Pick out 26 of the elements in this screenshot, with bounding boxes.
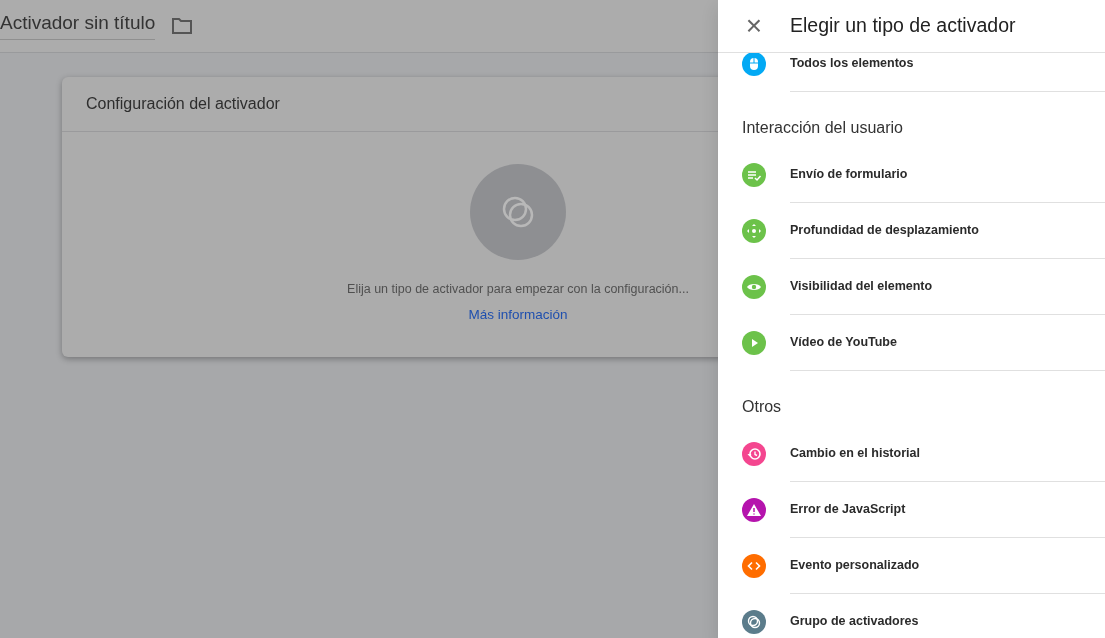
section-heading: Otros	[741, 397, 783, 417]
trigger-type-item[interactable]: Envío de formulario	[718, 147, 1105, 203]
item-label: Evento personalizado	[790, 557, 920, 575]
item-label: Visibilidad del elemento	[790, 278, 933, 296]
item-label: Envío de formulario	[790, 166, 908, 184]
close-button[interactable]: ×	[742, 12, 766, 40]
item-label: Profundidad de desplazamiento	[790, 222, 979, 240]
trigger-type-item[interactable]: Error de JavaScript	[718, 482, 1105, 538]
item-label: Grupo de activadores	[790, 613, 919, 631]
trigger-type-item[interactable]: Cambio en el historial	[718, 426, 1105, 482]
trigger-type-item[interactable]: Grupo de activadores	[718, 594, 1105, 638]
trigger-type-item[interactable]: Visibilidad del elemento	[718, 259, 1105, 315]
item-label: Todos los elementos	[790, 55, 914, 73]
panel-title: Elegir un tipo de activador	[790, 13, 1016, 39]
title-field[interactable]: Activador sin título	[0, 11, 156, 41]
card-title: Configuración del activador	[86, 94, 280, 114]
folder-icon[interactable]	[171, 17, 194, 35]
trigger-type-item[interactable]: Vídeo de YouTube	[718, 315, 1105, 371]
trigger-type-item[interactable]: Evento personalizado	[718, 538, 1105, 594]
item-label: Vídeo de YouTube	[790, 334, 897, 352]
section-heading: Interacción del usuario	[741, 118, 904, 138]
item-label: Error de JavaScript	[790, 501, 906, 519]
empty-message: Elija un tipo de activador para empezar con la configuración...	[347, 281, 689, 298]
trigger-type-item[interactable]: Profundidad de desplazamiento	[718, 203, 1105, 259]
trigger-type-item[interactable]: Todos los elementos	[718, 53, 1105, 92]
item-label: Cambio en el historial	[790, 445, 920, 463]
